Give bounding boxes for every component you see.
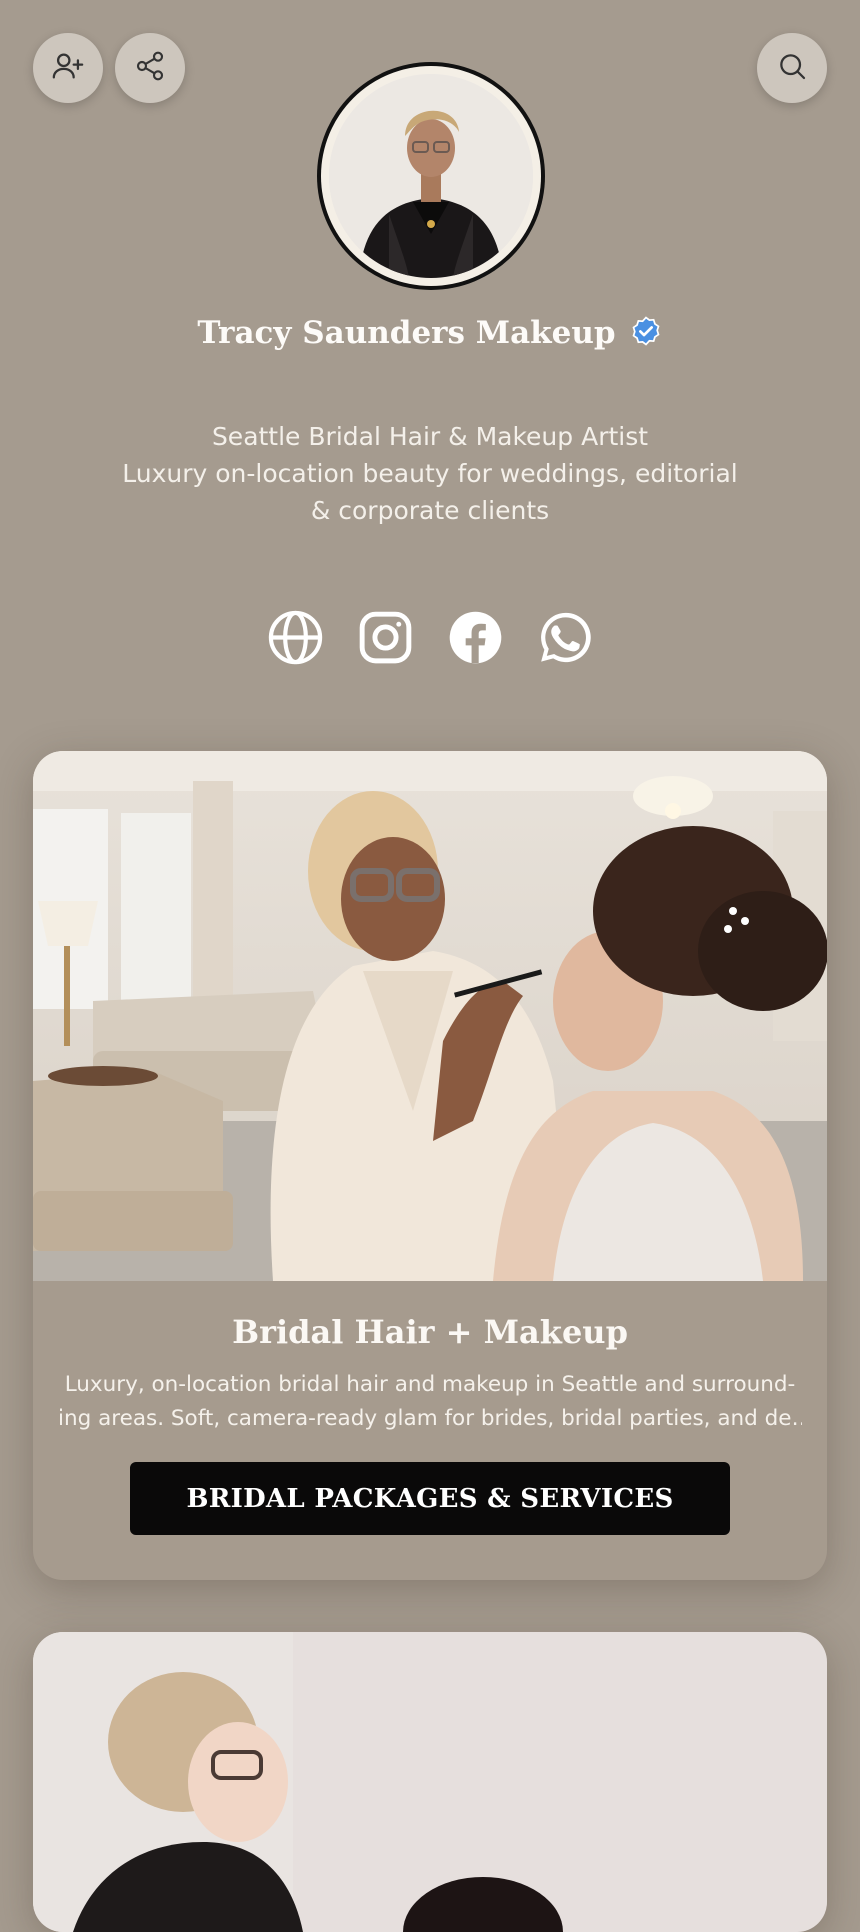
avatar [317,62,545,290]
avatar-photo [329,74,533,278]
card-title: Bridal Hair + Makeup [232,1313,628,1351]
bio-line: Seattle Bridal Hair & Makeup Artist [211,422,649,451]
facebook-icon [446,608,505,671]
profile-name: Tracy Saunders Makeup [197,315,616,351]
add-contact-button[interactable] [33,33,103,103]
card-image [33,751,827,1281]
social-links [0,610,860,669]
link-card-bridal[interactable]: Bridal Hair + Makeup Luxury, on-location… [33,751,827,1580]
verified-badge-icon [629,314,663,352]
card-image [33,1632,827,1932]
whatsapp-link[interactable] [536,610,595,669]
user-plus-icon [51,49,85,87]
profile-bio: Seattle Bridal Hair & Makeup Artist Luxu… [80,418,780,529]
search-button[interactable] [757,33,827,103]
search-icon [776,50,808,86]
facebook-link[interactable] [446,610,505,669]
share-button[interactable] [115,33,185,103]
bio-line: Luxury on-location beauty for weddings, … [122,459,738,488]
bio-line: & corporate clients [310,496,550,525]
instagram-icon [356,608,415,671]
whatsapp-icon [536,608,595,671]
card-description-line: Luxury, on-location bridal hair and make… [64,1372,796,1397]
bridal-packages-button[interactable]: BRIDAL PACKAGES & SERVICES [130,1462,730,1535]
instagram-link[interactable] [356,610,415,669]
profile-name-row: Tracy Saunders Makeup [0,314,860,352]
share-icon [134,50,166,86]
website-link[interactable] [266,610,325,669]
globe-icon [266,608,325,671]
card-description: Luxury, on-location bridal hair and make… [58,1368,802,1436]
card-description-line: ing areas. Soft, camera-ready glam for b… [58,1406,802,1431]
cta-label: BRIDAL PACKAGES & SERVICES [186,1483,674,1514]
link-card-second[interactable] [33,1632,827,1932]
